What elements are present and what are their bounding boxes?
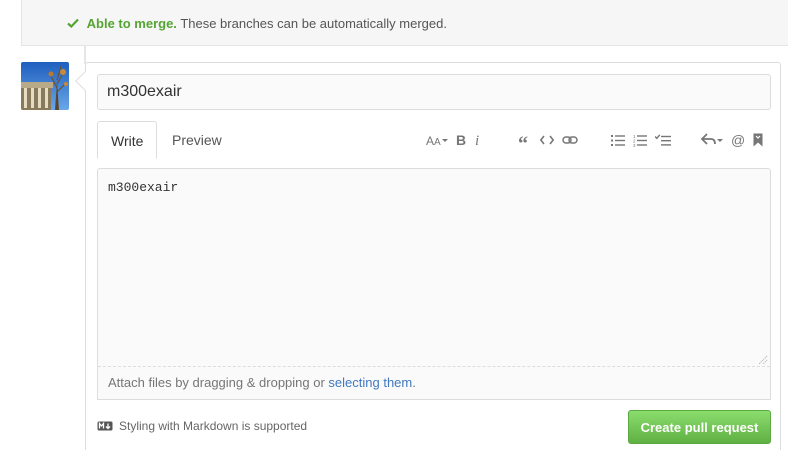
tab-write[interactable]: Write [97, 121, 158, 159]
attach-suffix: . [412, 375, 416, 390]
merge-status-label: Able to merge. [86, 16, 177, 31]
select-files-link[interactable]: selecting them [328, 375, 412, 390]
create-pull-request-button[interactable]: Create pull request [628, 410, 771, 444]
mention-icon[interactable]: @ [731, 130, 745, 150]
merge-message: Able to merge. These branches can be aut… [67, 16, 447, 31]
avatar[interactable] [21, 62, 69, 110]
svg-text:3: 3 [633, 143, 636, 147]
svg-text:B: B [456, 133, 466, 147]
reply-icon[interactable] [701, 130, 723, 150]
check-icon [67, 16, 83, 31]
formatting-toolbar-group-4: @ [697, 121, 767, 159]
markdown-note-text[interactable]: Styling with Markdown is supported [119, 419, 307, 433]
attach-text: Attach files by dragging & dropping or [108, 375, 329, 390]
svg-text:“: “ [518, 133, 528, 147]
bookmark-icon[interactable] [753, 130, 763, 150]
editor-tabs: Write Preview AA B i “ 1 2 3 @ [97, 121, 771, 159]
formatting-toolbar: AA B i [422, 121, 486, 159]
attach-files-hint: Attach files by dragging & dropping or s… [98, 366, 770, 399]
text-size-icon[interactable]: AA [426, 130, 448, 150]
ordered-list-icon[interactable]: 123 [633, 130, 647, 150]
code-icon[interactable] [540, 130, 554, 150]
quote-icon[interactable]: “ [518, 130, 532, 150]
svg-text:A: A [434, 137, 441, 147]
new-pull-request-form: Write Preview AA B i “ [75, 62, 781, 450]
formatting-toolbar-group-2: “ [514, 121, 582, 159]
bold-icon[interactable]: B [456, 130, 466, 150]
merge-status-text: These branches can be automatically merg… [180, 16, 447, 31]
link-icon[interactable] [562, 130, 578, 150]
tab-preview[interactable]: Preview [159, 121, 235, 159]
title-input[interactable] [97, 74, 771, 110]
comment-body-textarea[interactable]: m300exair [98, 169, 770, 366]
resize-grip-icon[interactable] [758, 355, 768, 365]
unordered-list-icon[interactable] [611, 130, 625, 150]
comment-pointer [75, 71, 95, 91]
italic-icon[interactable]: i [474, 130, 482, 150]
task-list-icon[interactable] [655, 130, 671, 150]
svg-text:@: @ [731, 133, 745, 147]
markdown-icon [97, 421, 113, 431]
comment-write-area: m300exair Attach files by dragging & dro… [97, 168, 771, 400]
merge-status-bar: Able to merge. These branches can be aut… [21, 0, 788, 46]
svg-text:A: A [426, 134, 434, 147]
svg-text:i: i [475, 133, 479, 147]
timeline-line [84, 46, 86, 64]
formatting-toolbar-group-3: 123 [607, 121, 675, 159]
markdown-note: Styling with Markdown is supported [97, 419, 307, 433]
